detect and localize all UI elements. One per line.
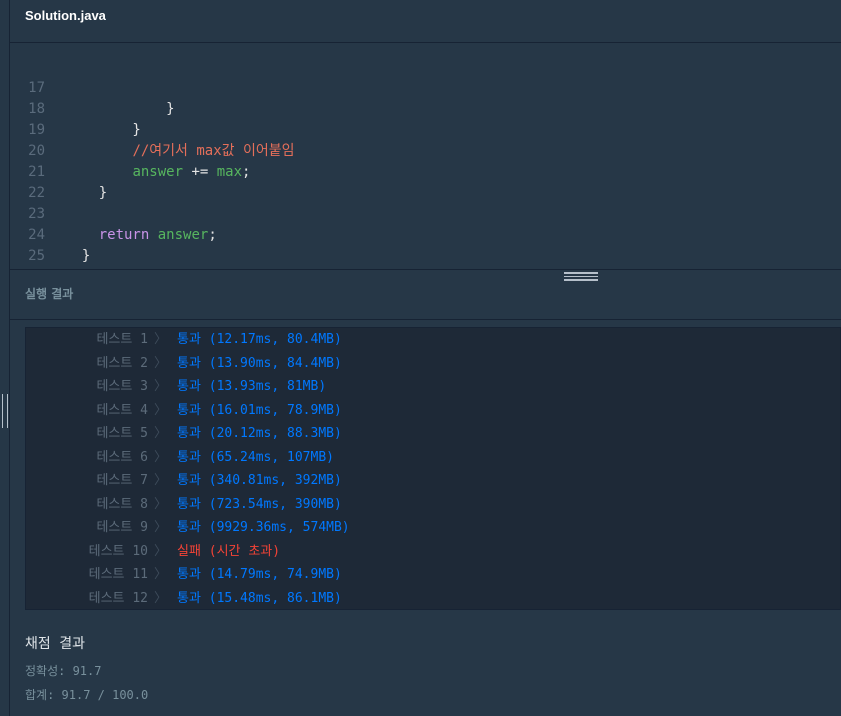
test-label: 테스트 12 xyxy=(88,590,148,606)
test-result-text: 통과 (14.79ms, 74.9MB) xyxy=(177,567,342,582)
code-text: } xyxy=(65,185,108,201)
test-result-text: 통과 (340.81ms, 392MB) xyxy=(177,473,342,488)
code-line: 23 return answer; xyxy=(10,183,217,243)
test-label-wrap: 테스트 6 xyxy=(26,446,148,469)
test-label-wrap: 테스트 9 xyxy=(26,516,148,539)
test-label: 테스트 7 xyxy=(96,473,148,488)
file-tab[interactable]: Solution.java xyxy=(10,0,841,43)
code-variable: answer xyxy=(132,164,184,180)
code-line: 22 xyxy=(10,162,61,201)
code-variable: max xyxy=(216,164,243,180)
code-operator: += xyxy=(183,164,217,180)
test-result-text: 통과 (16.01ms, 78.9MB) xyxy=(177,402,342,418)
test-label: 테스트 9 xyxy=(96,520,148,535)
chevron-right-icon: 〉 xyxy=(154,543,168,559)
test-label-wrap: 테스트 3 xyxy=(26,375,148,398)
test-label: 테스트 3 xyxy=(96,379,148,394)
test-label-wrap: 테스트 5 xyxy=(26,422,148,445)
code-text: //여기서 max값 이어붙임 xyxy=(65,141,294,162)
grading-title: 채점 결과 xyxy=(25,636,85,652)
chevron-right-icon: 〉 xyxy=(154,590,168,606)
main-area: Solution.java 17 } 18 } 19 //여기서 max값 이어… xyxy=(10,0,841,716)
code-punctuation: ; xyxy=(242,164,251,180)
test-label: 테스트 11 xyxy=(88,567,148,582)
code-keyword: return xyxy=(98,227,150,243)
line-number: 25 xyxy=(28,248,45,264)
code-variable: answer xyxy=(157,227,209,243)
test-label-wrap: 테스트 10 xyxy=(26,540,148,563)
test-label-wrap: 테스트 8 xyxy=(26,493,148,516)
test-result-text: 통과 (9929.36ms, 574MB) xyxy=(177,520,350,535)
code-line: 19 //여기서 max값 이어붙임 xyxy=(10,99,294,159)
code-text: } xyxy=(65,246,90,267)
code-comment: //여기서 max값 이어붙임 xyxy=(132,143,295,159)
code-text: return answer; xyxy=(65,225,217,246)
code-editor[interactable]: 17 } 18 } 19 //여기서 max값 이어붙임 20 answer +… xyxy=(10,43,841,269)
chevron-right-icon: 〉 xyxy=(154,379,168,394)
code-line: 24 } xyxy=(10,204,90,264)
chevron-right-icon: 〉 xyxy=(154,496,168,512)
test-label: 테스트 1 xyxy=(96,332,148,347)
left-panel-rail xyxy=(0,0,10,716)
test-result-text: 통과 (13.93ms, 81MB) xyxy=(177,379,327,394)
test-label-wrap: 테스트 12 xyxy=(26,587,148,610)
accuracy-score: 정확성: 91.7 xyxy=(25,664,102,678)
code-brace: } xyxy=(81,248,91,264)
test-label-wrap: 테스트 1 xyxy=(26,328,148,351)
panel-resize-handle[interactable] xyxy=(2,394,8,428)
code-line: 21 } xyxy=(10,141,107,201)
chevron-right-icon: 〉 xyxy=(154,332,168,347)
chevron-right-icon: 〉 xyxy=(154,449,168,465)
test-label-wrap: 테스트 11 xyxy=(26,563,148,586)
test-result-text: 실패 (시간 초과) xyxy=(177,543,281,559)
test-result-text: 통과 (723.54ms, 390MB) xyxy=(177,496,342,512)
chevron-right-icon: 〉 xyxy=(154,520,168,535)
chevron-right-icon: 〉 xyxy=(154,473,168,488)
code-line: 20 answer += max; xyxy=(10,120,250,180)
test-label-wrap: 테스트 7 xyxy=(26,469,148,492)
splitter-drag-handle[interactable] xyxy=(564,272,598,281)
total-score: 합계: 91.7 / 100.0 xyxy=(25,688,149,702)
code-line: 25 } xyxy=(10,225,61,264)
code-line: 18 } xyxy=(10,78,141,138)
test-result-text: 통과 (20.12ms, 88.3MB) xyxy=(177,426,342,441)
test-label: 테스트 4 xyxy=(96,402,148,418)
test-label-wrap: 테스트 2 xyxy=(26,352,148,375)
results-header: 실행 결과 xyxy=(10,270,841,320)
results-title: 실행 결과 xyxy=(25,287,74,301)
file-tab-title: Solution.java xyxy=(25,8,106,23)
chevron-right-icon: 〉 xyxy=(154,567,168,582)
code-text: } xyxy=(65,101,175,117)
test-label: 테스트 8 xyxy=(96,496,148,512)
test-result-text: 통과 (15.48ms, 86.1MB) xyxy=(177,590,342,606)
test-label: 테스트 10 xyxy=(88,543,148,559)
test-label: 테스트 2 xyxy=(96,355,148,371)
test-results-panel: 테스트 1 〉 통과 (12.17ms, 80.4MB) 테스트 2 〉 통과 (13.9… xyxy=(25,327,841,610)
code-line: 17 } xyxy=(10,57,174,117)
test-result-text: 통과 (65.24ms, 107MB) xyxy=(177,449,334,465)
code-text: answer += max; xyxy=(65,162,250,183)
chevron-right-icon: 〉 xyxy=(154,355,168,371)
code-text: } xyxy=(65,122,141,138)
test-label: 테스트 5 xyxy=(96,426,148,441)
test-label: 테스트 6 xyxy=(96,449,148,465)
test-label-wrap: 테스트 4 xyxy=(26,399,148,422)
test-result-text: 통과 (12.17ms, 80.4MB) xyxy=(177,332,342,347)
chevron-right-icon: 〉 xyxy=(154,426,168,441)
code-punctuation: ; xyxy=(208,227,217,243)
chevron-right-icon: 〉 xyxy=(154,402,168,418)
test-result-text: 통과 (13.90ms, 84.4MB) xyxy=(177,355,342,371)
